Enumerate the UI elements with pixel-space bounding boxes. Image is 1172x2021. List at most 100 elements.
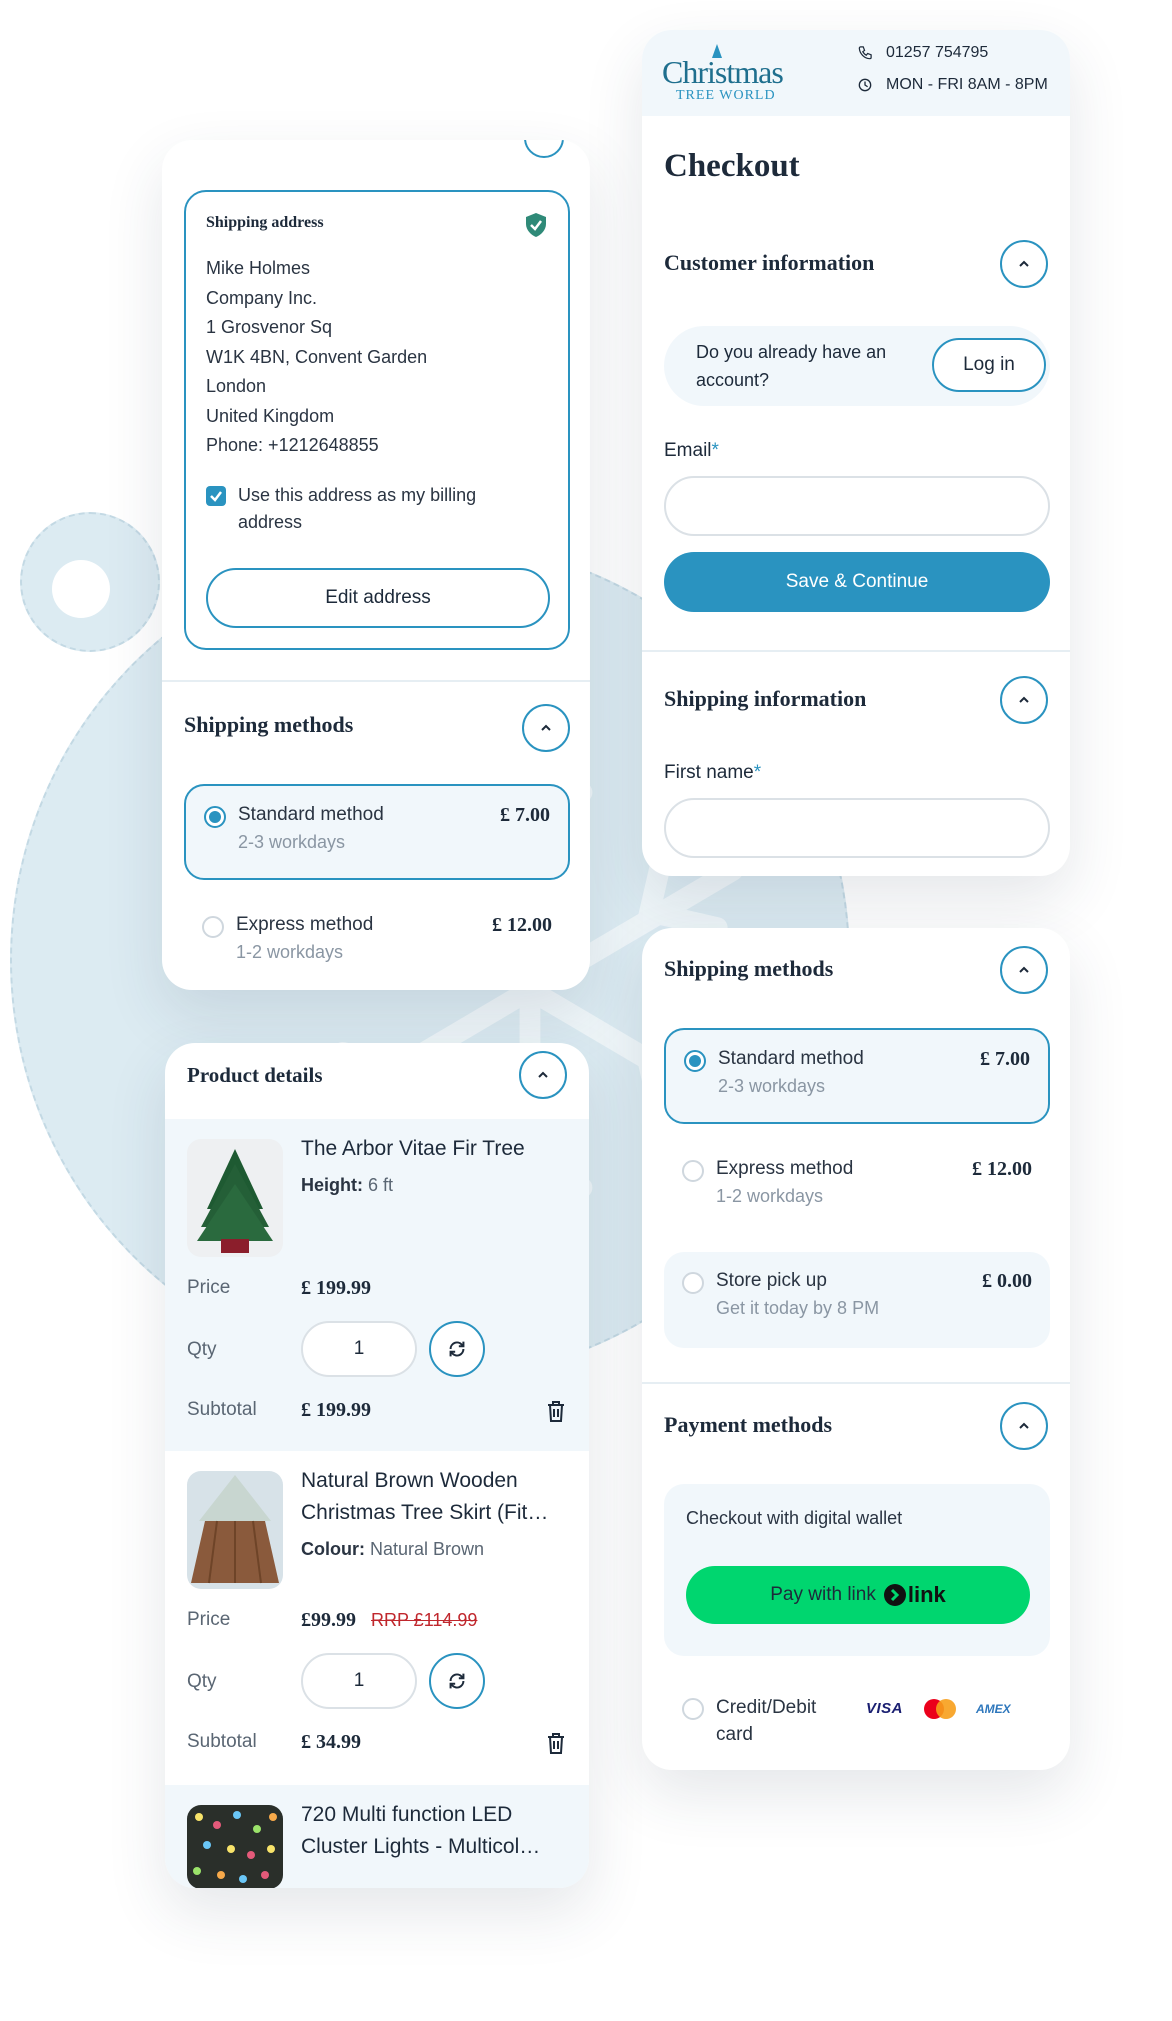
product-name[interactable]: Natural Brown Wooden Christmas Tree Skir… xyxy=(301,1465,561,1529)
mastercard-icon xyxy=(924,1699,956,1719)
update-quantity-button[interactable] xyxy=(429,1653,485,1709)
address-country: United Kingdom xyxy=(206,405,335,426)
first-name-label: First name* xyxy=(664,762,761,784)
link-arrow-icon xyxy=(883,1584,906,1606)
address-postcode: W1K 4BN, Convent Garden xyxy=(206,346,428,367)
qty-label: Qty xyxy=(187,1339,217,1360)
billing-checkbox-label[interactable]: Use this address as my billing address xyxy=(238,482,518,536)
shipping-option-express[interactable]: Express method 1-2 workdays £ 12.00 xyxy=(184,896,570,990)
address-name: Mike Holmes xyxy=(206,258,311,278)
attr-value: Natural Brown xyxy=(370,1539,485,1559)
subtotal-value: £ 34.99 xyxy=(301,1731,361,1753)
customer-info-collapse-button[interactable] xyxy=(1000,240,1048,288)
checkmark-icon xyxy=(210,491,222,502)
radio-unselected[interactable] xyxy=(682,1160,704,1182)
option-sub: 1-2 workdays xyxy=(236,942,344,962)
login-prompt-text: Do you already have an account? xyxy=(696,342,887,390)
product-details-title: Product details xyxy=(187,1063,323,1087)
product-image-led-lights[interactable] xyxy=(187,1805,283,1888)
digital-wallet-box: Checkout with digital wallet Pay with li… xyxy=(664,1484,1050,1656)
email-label: Email* xyxy=(664,440,719,462)
email-field[interactable] xyxy=(664,476,1050,536)
option-price: £ 7.00 xyxy=(980,1048,1030,1070)
shipping-option-standard[interactable]: Standard method 2-3 workdays £ 7.00 xyxy=(184,784,570,880)
subtotal-label: Subtotal xyxy=(187,1731,257,1752)
trash-icon[interactable] xyxy=(545,1399,567,1423)
email-label-text: Email xyxy=(664,440,712,461)
brand-logo[interactable]: Christmas TREE WORLD xyxy=(662,44,812,104)
shipping-methods-collapse-button[interactable] xyxy=(1000,946,1048,994)
pay-with-link-button[interactable]: Pay with link link xyxy=(686,1566,1030,1624)
option-sub: Get it today by 8 PM xyxy=(716,1298,880,1318)
shipping-option-express[interactable]: Express method 1-2 workdays £ 12.00 xyxy=(664,1140,1050,1236)
shipping-address-box: Shipping address Mike Holmes Company Inc… xyxy=(184,190,570,650)
product-image-fir-tree[interactable] xyxy=(187,1139,283,1257)
header-phone[interactable]: 01257 754795 xyxy=(886,44,988,62)
payment-methods-collapse-button[interactable] xyxy=(1000,1402,1048,1450)
quantity-input[interactable]: 1 xyxy=(301,1653,417,1709)
option-price: £ 12.00 xyxy=(972,1158,1032,1180)
update-quantity-button[interactable] xyxy=(429,1321,485,1377)
partial-toggle[interactable] xyxy=(524,140,564,158)
phone-icon xyxy=(858,46,872,60)
price-label: Price xyxy=(187,1277,231,1298)
card-payment-radio[interactable] xyxy=(682,1698,704,1720)
product-image-tree-skirt[interactable] xyxy=(187,1471,283,1589)
card-label-line1: Credit/Debit xyxy=(716,1697,817,1718)
attr-label: Colour: xyxy=(301,1539,365,1559)
edit-address-button[interactable]: Edit address xyxy=(206,568,550,628)
radio-selected[interactable] xyxy=(684,1050,706,1072)
shipping-methods-title: Shipping methods xyxy=(184,712,354,737)
chevron-up-icon xyxy=(538,1071,548,1078)
link-brand-text: link xyxy=(907,1582,946,1607)
shield-check-icon xyxy=(526,213,546,237)
billing-checkbox[interactable] xyxy=(206,486,226,506)
methods-card: Shipping methods Standard method 2-3 wor… xyxy=(642,928,1070,1770)
chevron-up-icon xyxy=(1019,696,1029,703)
address-street: 1 Grosvenor Sq xyxy=(206,317,333,337)
tree-image-icon xyxy=(197,1149,273,1253)
product-attribute: Colour: Natural Brown xyxy=(301,1539,484,1560)
option-price: £ 12.00 xyxy=(492,914,552,936)
price-value: £ 199.99 xyxy=(301,1277,371,1299)
shipping-methods-title: Shipping methods xyxy=(664,956,834,981)
qty-label: Qty xyxy=(187,1671,217,1692)
address-phone: Phone: +1212648855 xyxy=(206,435,379,455)
log-in-button[interactable]: Log in xyxy=(932,338,1046,392)
product-name[interactable]: 720 Multi function LED Cluster Lights - … xyxy=(301,1799,561,1863)
option-name: Standard method xyxy=(718,1048,864,1069)
first-name-field[interactable] xyxy=(664,798,1050,858)
option-name: Express method xyxy=(236,914,374,935)
payment-methods-title: Payment methods xyxy=(664,1412,833,1437)
radio-unselected[interactable] xyxy=(202,916,224,938)
logo-sub: TREE WORLD xyxy=(676,88,776,103)
subtotal-value: £ 199.99 xyxy=(301,1399,371,1421)
subtotal-label: Subtotal xyxy=(187,1399,257,1420)
product-attribute: Height: 6 ft xyxy=(301,1175,393,1196)
attr-label: Height: xyxy=(301,1175,363,1195)
address-city: London xyxy=(206,376,267,396)
quantity-input[interactable]: 1 xyxy=(301,1321,417,1377)
product-item: Natural Brown Wooden Christmas Tree Skir… xyxy=(165,1451,589,1785)
shipping-information-title: Shipping information xyxy=(664,686,867,711)
product-name[interactable]: The Arbor Vitae Fir Tree xyxy=(301,1133,561,1165)
shipping-option-standard[interactable]: Standard method 2-3 workdays £ 7.00 xyxy=(664,1028,1050,1124)
trash-icon[interactable] xyxy=(545,1731,567,1755)
skirt-image-icon xyxy=(191,1475,279,1584)
logo-main: Christmas xyxy=(662,54,784,90)
option-name: Store pick up xyxy=(716,1270,827,1291)
radio-unselected[interactable] xyxy=(682,1272,704,1294)
product-details-card: Product details The Arbor Vitae Fir Tree… xyxy=(165,1043,589,1888)
option-sub: 2-3 workdays xyxy=(238,832,346,852)
product-details-collapse-button[interactable] xyxy=(519,1051,567,1099)
card-payment-label[interactable]: Credit/Debit card xyxy=(716,1694,816,1748)
radio-selected[interactable] xyxy=(204,806,226,828)
customer-information-title: Customer information xyxy=(664,250,875,275)
address-lines: Mike Holmes Company Inc. 1 Grosvenor Sq … xyxy=(206,254,427,461)
save-continue-button[interactable]: Save & Continue xyxy=(664,552,1050,612)
shipping-info-collapse-button[interactable] xyxy=(1000,676,1048,724)
shipping-methods-collapse-button[interactable] xyxy=(522,704,570,752)
price-value: £99.99 xyxy=(301,1609,356,1631)
shipping-option-store-pickup[interactable]: Store pick up Get it today by 8 PM £ 0.0… xyxy=(664,1252,1050,1348)
divider xyxy=(642,1382,1070,1384)
